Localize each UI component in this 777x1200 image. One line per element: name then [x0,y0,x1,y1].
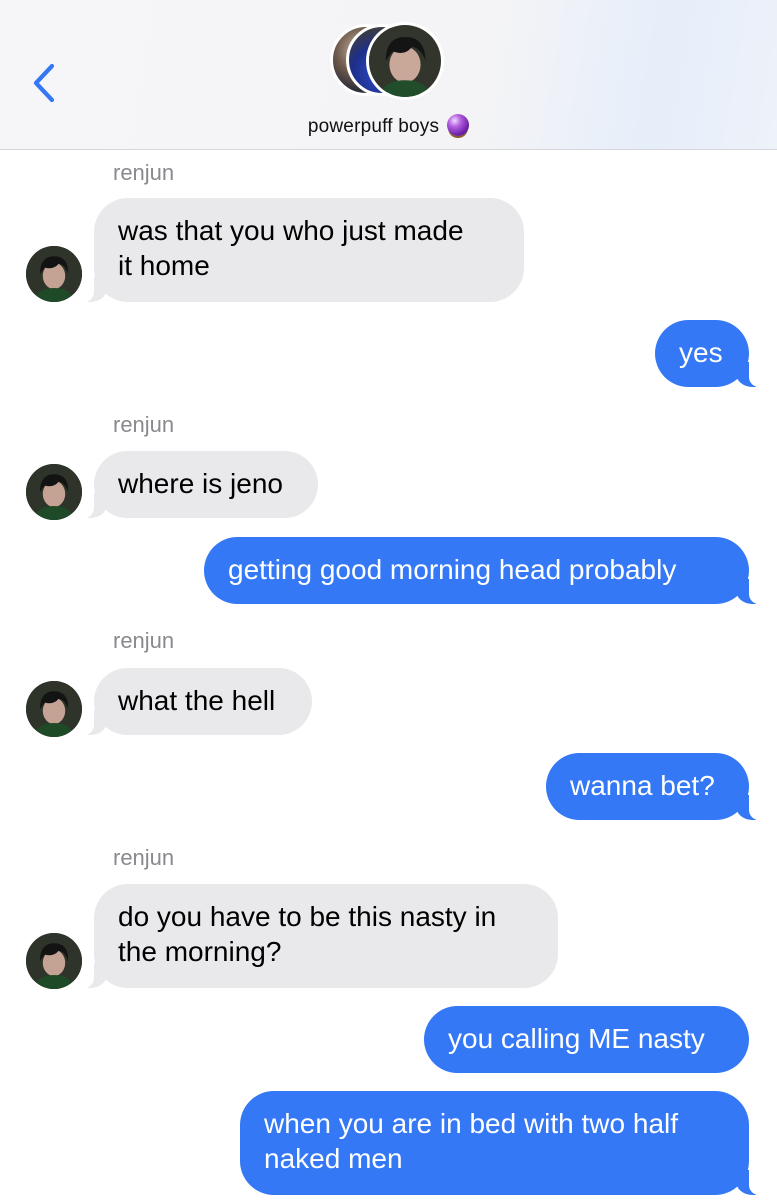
message-bubble-outgoing[interactable]: you calling ME nasty [424,1006,749,1073]
message-text-line: do you have to be this nasty in [118,901,497,932]
chat-screen: powerpuff boys renjun was that you who j… [0,0,777,1200]
message-bubble-outgoing[interactable]: getting good morning head probably [204,537,775,604]
message-bubble-outgoing[interactable]: when you are in bed with two half naked m… [240,1091,775,1195]
message-text-line: you calling ME nasty [448,1023,705,1054]
conversation-header: powerpuff boys [0,0,777,150]
group-name[interactable]: powerpuff boys [0,114,777,138]
message-bubble-outgoing[interactable]: yes [655,320,775,387]
crystal-ball-icon [447,114,470,136]
group-name-label: powerpuff boys [307,116,440,137]
message-text-line: wanna bet? [570,770,715,801]
message-text-line: naked men [264,1143,403,1174]
group-member-avatar [366,22,444,100]
message-bubble-incoming[interactable]: what the hell [68,668,312,735]
message-text-line: where is jeno [118,468,283,499]
sender-name: renjun [113,160,175,185]
message-text-line: was that you who just made [118,215,464,246]
message-bubble-incoming[interactable]: where is jeno [68,451,318,518]
sender-avatar[interactable] [26,246,82,302]
group-avatar-stack[interactable] [330,22,448,102]
message-text-line: it home [118,250,210,281]
message-text-line: the morning? [118,936,282,967]
message-bubble-incoming[interactable]: do you have to be this nasty in the morni… [68,884,558,988]
sender-name: renjun [113,628,175,653]
sender-avatar[interactable] [26,681,82,737]
back-button[interactable] [24,58,64,108]
message-bubble-incoming[interactable]: was that you who just made it home [68,198,524,302]
chevron-left-icon [33,63,55,103]
message-text-line: getting good morning head probably [228,554,677,585]
message-bubble-outgoing[interactable]: wanna bet? [546,753,775,820]
message-text-line: what the hell [118,685,276,716]
sender-name: renjun [113,412,175,437]
sender-avatar[interactable] [26,933,82,989]
message-text-line: when you are in bed with two half [264,1108,679,1139]
sender-name: renjun [113,845,175,870]
message-text-line: yes [679,337,723,368]
sender-avatar[interactable] [26,464,82,520]
